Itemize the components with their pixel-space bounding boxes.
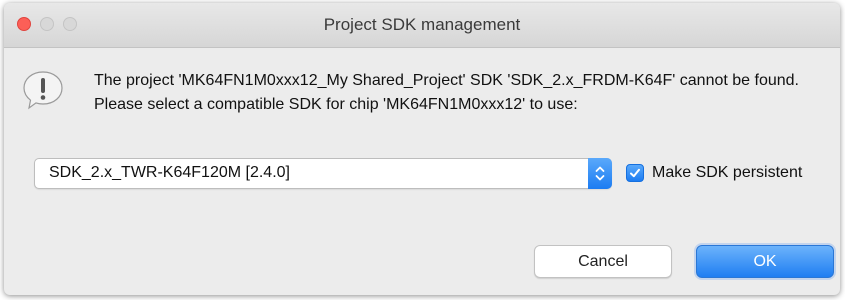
message-line-select-sdk: Please select a compatible SDK for chip … <box>94 96 578 113</box>
make-sdk-persistent-checkbox[interactable] <box>626 164 644 182</box>
title-bar: Project SDK management <box>4 3 840 48</box>
cancel-button[interactable]: Cancel <box>534 245 672 278</box>
message-text: The project 'MK64FN1M0xxx12_My Shared_Pr… <box>94 69 830 117</box>
alert-icon <box>20 68 66 114</box>
checkmark-icon <box>630 168 640 178</box>
message-line-missing-sdk: The project 'MK64FN1M0xxx12_My Shared_Pr… <box>94 72 799 89</box>
make-sdk-persistent-label[interactable]: Make SDK persistent <box>652 164 802 182</box>
dialog-window: Project SDK management The project 'MK64… <box>4 3 840 295</box>
sdk-select-value: SDK_2.x_TWR-K64F120M [2.4.0] <box>49 164 290 181</box>
dialog-title: Project SDK management <box>323 15 521 34</box>
ok-button[interactable]: OK <box>696 245 834 278</box>
sdk-select[interactable]: SDK_2.x_TWR-K64F120M [2.4.0] <box>34 158 612 189</box>
chevron-updown-icon[interactable] <box>588 158 612 189</box>
